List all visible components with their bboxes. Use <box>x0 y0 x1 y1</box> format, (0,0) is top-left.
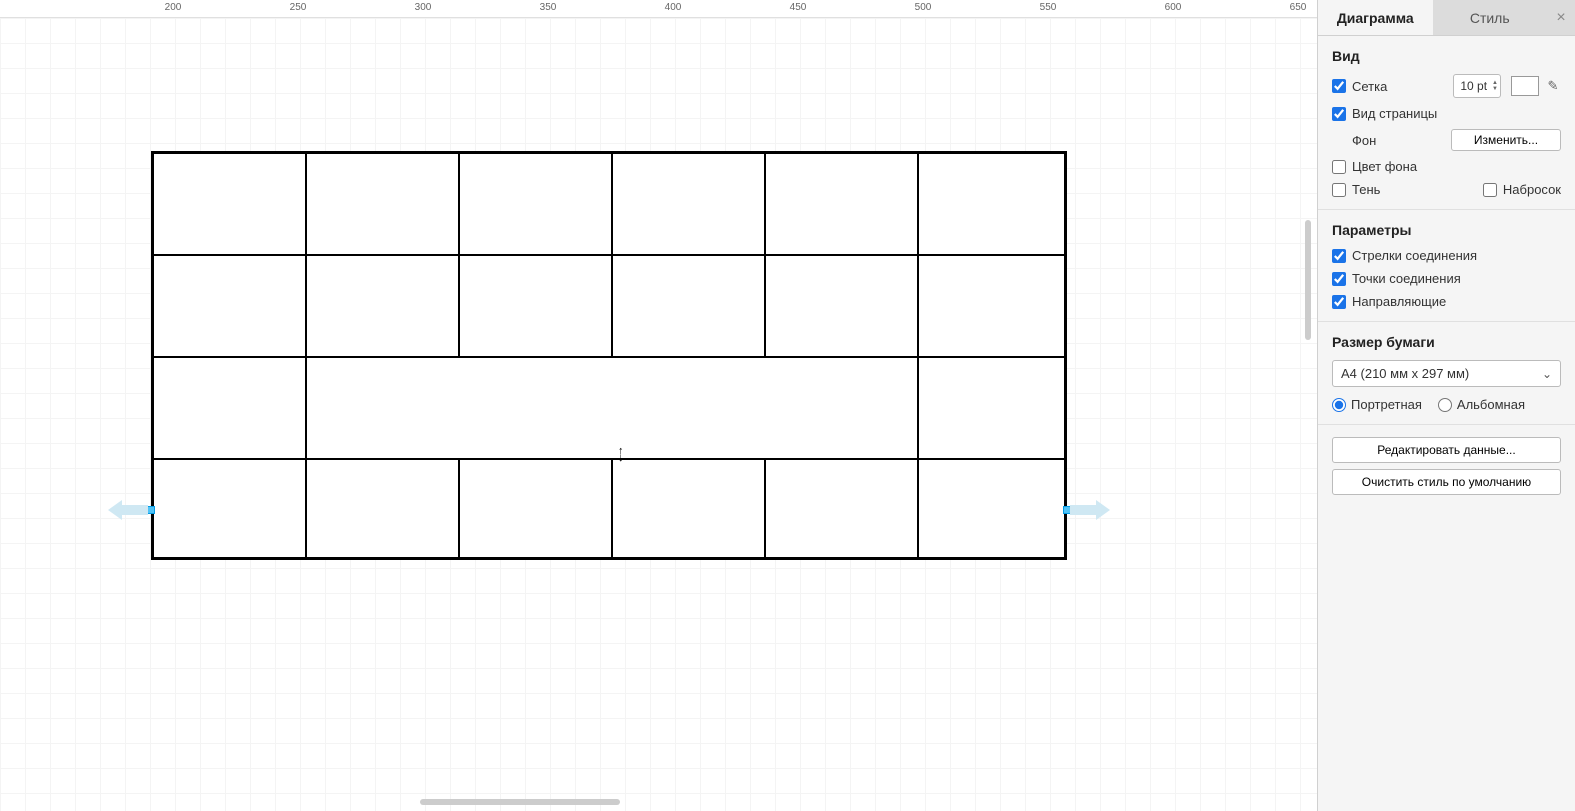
table-cell[interactable] <box>612 459 765 558</box>
paper-size-value: A4 (210 мм x 297 мм) <box>1341 366 1469 381</box>
page-view-checkbox[interactable] <box>1332 107 1346 121</box>
conn-points-checkbox[interactable] <box>1332 272 1346 286</box>
arrow-left-icon <box>108 500 148 520</box>
section-actions: Редактировать данные... Очистить стиль п… <box>1318 425 1575 513</box>
ruler-tick: 650 <box>1290 2 1307 13</box>
background-label: Фон <box>1332 133 1376 148</box>
table-cell[interactable] <box>153 459 306 558</box>
table-cell[interactable] <box>765 459 918 558</box>
section-params: Параметры Стрелки соединения Точки соеди… <box>1318 210 1575 322</box>
table-cell[interactable] <box>765 153 918 255</box>
page-view-label[interactable]: Вид страницы <box>1352 106 1437 121</box>
bg-color-checkbox[interactable] <box>1332 160 1346 174</box>
horizontal-scrollbar[interactable] <box>420 799 620 805</box>
grid-size-input[interactable]: 10 pt ▲▼ <box>1453 74 1501 98</box>
table-cell[interactable] <box>306 153 459 255</box>
conn-points-label[interactable]: Точки соединения <box>1352 271 1461 286</box>
table-cell[interactable] <box>918 255 1065 357</box>
pencil-icon[interactable]: ✎ <box>1545 78 1561 94</box>
ruler-tick: 600 <box>1165 2 1182 13</box>
paper-size-select[interactable]: A4 (210 мм x 297 мм) ⌄ <box>1332 360 1561 387</box>
table-cell[interactable] <box>918 153 1065 255</box>
section-view: Вид Сетка 10 pt ▲▼ ✎ Вид страницы Фон Из… <box>1318 36 1575 210</box>
grid-color-swatch[interactable] <box>1511 76 1539 96</box>
grid-size-spinner[interactable]: ▲▼ <box>1492 80 1498 92</box>
table-cell[interactable] <box>612 255 765 357</box>
conn-arrows-checkbox[interactable] <box>1332 249 1346 263</box>
table-cell[interactable] <box>153 357 306 459</box>
arrow-right-icon <box>1070 500 1110 520</box>
change-background-button[interactable]: Изменить... <box>1451 129 1561 151</box>
section-paper: Размер бумаги A4 (210 мм x 297 мм) ⌄ Пор… <box>1318 322 1575 425</box>
close-sidebar-button[interactable]: × <box>1547 0 1575 35</box>
table-cell[interactable] <box>459 255 612 357</box>
sketch-checkbox[interactable] <box>1483 183 1497 197</box>
portrait-radio[interactable] <box>1332 398 1346 412</box>
table-cell[interactable] <box>459 153 612 255</box>
connection-handle-left[interactable] <box>147 506 155 514</box>
table-cell[interactable] <box>153 255 306 357</box>
conn-arrows-label[interactable]: Стрелки соединения <box>1352 248 1477 263</box>
ruler-tick: 200 <box>165 2 182 13</box>
shadow-checkbox[interactable] <box>1332 183 1346 197</box>
vertical-scrollbar[interactable] <box>1305 220 1311 340</box>
section-title-paper: Размер бумаги <box>1332 334 1561 350</box>
landscape-label[interactable]: Альбомная <box>1457 397 1525 412</box>
section-title-view: Вид <box>1332 48 1561 64</box>
guides-checkbox[interactable] <box>1332 295 1346 309</box>
chevron-down-icon: ⌄ <box>1542 367 1552 381</box>
grid-checkbox[interactable] <box>1332 79 1346 93</box>
shadow-label[interactable]: Тень <box>1352 182 1380 197</box>
table-cell[interactable] <box>153 153 306 255</box>
canvas-area[interactable]: 200 250 300 350 400 450 500 550 600 650 <box>0 0 1317 811</box>
clear-default-style-button[interactable]: Очистить стиль по умолчанию <box>1332 469 1561 495</box>
edit-data-button[interactable]: Редактировать данные... <box>1332 437 1561 463</box>
grid-label[interactable]: Сетка <box>1352 79 1387 94</box>
ruler-tick: 550 <box>1040 2 1057 13</box>
bg-color-label[interactable]: Цвет фона <box>1352 159 1417 174</box>
resize-vertical-cursor-icon: ↑↓ <box>618 448 624 462</box>
grid-size-value: 10 pt <box>1460 79 1487 93</box>
sketch-label[interactable]: Набросок <box>1503 182 1561 197</box>
table-cell[interactable] <box>306 255 459 357</box>
ruler-tick: 400 <box>665 2 682 13</box>
table-cell[interactable] <box>918 459 1065 558</box>
table-cell[interactable] <box>612 153 765 255</box>
ruler-tick: 300 <box>415 2 432 13</box>
tab-diagram[interactable]: Диаграмма <box>1318 0 1433 35</box>
tab-style[interactable]: Стиль <box>1433 0 1548 35</box>
ruler-tick: 500 <box>915 2 932 13</box>
ruler-tick: 450 <box>790 2 807 13</box>
table-cell[interactable] <box>918 357 1065 459</box>
sidebar-tabs: Диаграмма Стиль × <box>1318 0 1575 36</box>
ruler-tick: 250 <box>290 2 307 13</box>
table-cell-merged[interactable] <box>306 357 918 459</box>
landscape-radio[interactable] <box>1438 398 1452 412</box>
diagram-table-shape[interactable] <box>151 151 1067 560</box>
table-cell[interactable] <box>765 255 918 357</box>
portrait-label[interactable]: Портретная <box>1351 397 1422 412</box>
table-cell[interactable] <box>306 459 459 558</box>
section-title-params: Параметры <box>1332 222 1561 238</box>
ruler-tick: 350 <box>540 2 557 13</box>
guides-label[interactable]: Направляющие <box>1352 294 1446 309</box>
table-cell[interactable] <box>459 459 612 558</box>
ruler-horizontal: 200 250 300 350 400 450 500 550 600 650 <box>0 0 1317 18</box>
format-sidebar: Диаграмма Стиль × Вид Сетка 10 pt ▲▼ ✎ В… <box>1317 0 1575 811</box>
